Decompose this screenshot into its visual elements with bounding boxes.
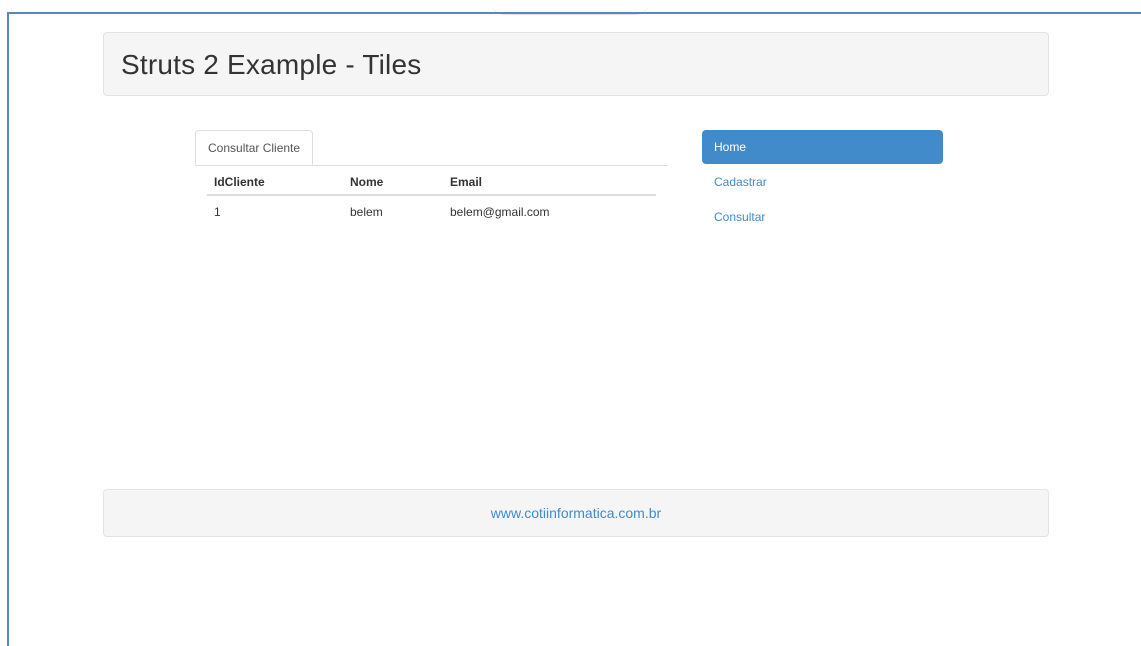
tab-bar: Consultar Cliente bbox=[195, 130, 668, 166]
header-panel: Struts 2 Example - Tiles bbox=[103, 32, 1049, 96]
footer-link[interactable]: www.cotiinformatica.com.br bbox=[491, 505, 661, 521]
side-nav: Home Cadastrar Consultar bbox=[702, 130, 943, 235]
tab-consultar-cliente[interactable]: Consultar Cliente bbox=[195, 130, 314, 165]
window-frame-left bbox=[7, 12, 9, 646]
nav-item-consultar[interactable]: Consultar bbox=[702, 200, 943, 234]
clientes-table: IdCliente Nome Email 1 belem belem@gmail… bbox=[207, 169, 656, 227]
window-frame-top bbox=[7, 12, 1141, 14]
nav-item-home[interactable]: Home bbox=[702, 130, 943, 164]
table-row: 1 belem belem@gmail.com bbox=[207, 195, 656, 227]
column-header-email: Email bbox=[443, 169, 656, 196]
footer-panel: www.cotiinformatica.com.br bbox=[103, 489, 1049, 537]
nav-item-cadastrar[interactable]: Cadastrar bbox=[702, 165, 943, 199]
page-title: Struts 2 Example - Tiles bbox=[121, 49, 422, 80]
cell-email: belem@gmail.com bbox=[450, 204, 550, 219]
cell-nome: belem bbox=[350, 204, 383, 219]
cell-idcliente: 1 bbox=[214, 204, 221, 219]
table-header-row: IdCliente Nome Email bbox=[207, 169, 656, 196]
column-header-nome: Nome bbox=[343, 169, 443, 196]
column-header-idcliente: IdCliente bbox=[207, 169, 343, 196]
